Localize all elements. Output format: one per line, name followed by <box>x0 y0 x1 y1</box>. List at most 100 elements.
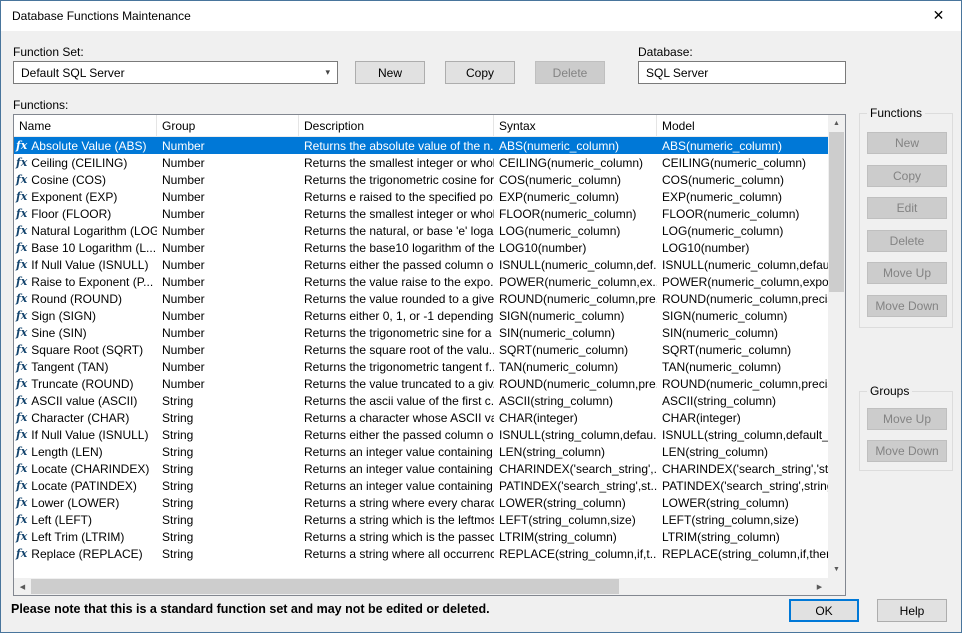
table-row[interactable]: fxNatural Logarithm (LOG)NumberReturns t… <box>14 222 828 239</box>
function-name: fxFloor (FLOOR) <box>14 207 157 221</box>
function-fx-icon: fx <box>16 462 27 475</box>
title-bar[interactable]: Database Functions Maintenance ✕ <box>1 1 961 31</box>
table-row[interactable]: fxLeft Trim (LTRIM)StringReturns a strin… <box>14 528 828 545</box>
function-fx-icon: fx <box>16 530 27 543</box>
table-row[interactable]: fxIf Null Value (ISNULL)StringReturns ei… <box>14 426 828 443</box>
function-description: Returns e raised to the specified po... <box>299 190 494 204</box>
table-row[interactable]: fxAbsolute Value (ABS)NumberReturns the … <box>14 137 828 154</box>
function-syntax: ABS(numeric_column) <box>494 139 657 153</box>
groups-move-down-button: Move Down <box>867 440 947 462</box>
table-row[interactable]: fxCosine (COS)NumberReturns the trigonom… <box>14 171 828 188</box>
function-description: Returns either the passed column or... <box>299 258 494 272</box>
function-group: Number <box>157 292 299 306</box>
table-row[interactable]: fxRaise to Exponent (P...NumberReturns t… <box>14 273 828 290</box>
function-model: ABS(numeric_column) <box>657 139 828 153</box>
scrollbar-corner <box>828 578 845 595</box>
functions-new-button: New <box>867 132 947 154</box>
function-group: Number <box>157 275 299 289</box>
function-description: Returns the value raise to the expo... <box>299 275 494 289</box>
functions-groupbox: Functions New Copy Edit Delete Move Up M… <box>859 113 953 328</box>
help-button[interactable]: Help <box>877 599 947 622</box>
table-row[interactable]: fxLength (LEN)StringReturns an integer v… <box>14 443 828 460</box>
vertical-scrollbar[interactable]: ▲ ▼ <box>828 115 845 578</box>
function-name: fxASCII value (ASCII) <box>14 394 157 408</box>
window-title: Database Functions Maintenance <box>12 9 191 23</box>
function-description: Returns an integer value containing ... <box>299 479 494 493</box>
table-row[interactable]: fxLocate (CHARINDEX)StringReturns an int… <box>14 460 828 477</box>
column-header-model[interactable]: Model <box>657 115 828 136</box>
function-model: ISNULL(numeric_column,default... <box>657 258 828 272</box>
function-syntax: EXP(numeric_column) <box>494 190 657 204</box>
function-fx-icon: fx <box>16 207 27 220</box>
function-model: LOG10(number) <box>657 241 828 255</box>
function-fx-icon: fx <box>16 394 27 407</box>
function-description: Returns either 0, 1, or -1 depending... <box>299 309 494 323</box>
function-description: Returns the trigonometric cosine for ... <box>299 173 494 187</box>
table-row[interactable]: fxCharacter (CHAR)StringReturns a charac… <box>14 409 828 426</box>
table-row[interactable]: fxLower (LOWER)StringReturns a string wh… <box>14 494 828 511</box>
table-row[interactable]: fxSquare Root (SQRT)NumberReturns the sq… <box>14 341 828 358</box>
function-fx-icon: fx <box>16 479 27 492</box>
function-syntax: LOG10(number) <box>494 241 657 255</box>
column-header-syntax[interactable]: Syntax <box>494 115 657 136</box>
table-row[interactable]: fxExponent (EXP)NumberReturns e raised t… <box>14 188 828 205</box>
function-name: fxTruncate (ROUND) <box>14 377 157 391</box>
function-group: Number <box>157 139 299 153</box>
function-description: Returns a character whose ASCII va... <box>299 411 494 425</box>
horizontal-scrollbar-thumb[interactable] <box>31 579 619 594</box>
table-row[interactable]: fxFloor (FLOOR)NumberReturns the smalles… <box>14 205 828 222</box>
function-description: Returns a string where every charac... <box>299 496 494 510</box>
copy-button[interactable]: Copy <box>445 61 515 84</box>
new-button[interactable]: New <box>355 61 425 84</box>
table-row[interactable]: fxASCII value (ASCII)StringReturns the a… <box>14 392 828 409</box>
table-row[interactable]: fxSign (SIGN)NumberReturns either 0, 1, … <box>14 307 828 324</box>
table-row[interactable]: fxSine (SIN)NumberReturns the trigonomet… <box>14 324 828 341</box>
function-name: fxTangent (TAN) <box>14 360 157 374</box>
function-name: fxNatural Logarithm (LOG) <box>14 224 157 238</box>
scroll-down-icon[interactable]: ▼ <box>828 561 845 578</box>
table-row[interactable]: fxRound (ROUND)NumberReturns the value r… <box>14 290 828 307</box>
function-group: Number <box>157 156 299 170</box>
function-model: ASCII(string_column) <box>657 394 828 408</box>
table-row[interactable]: fxIf Null Value (ISNULL)NumberReturns ei… <box>14 256 828 273</box>
table-row[interactable]: fxBase 10 Logarithm (L...NumberReturns t… <box>14 239 828 256</box>
table-row[interactable]: fxLeft (LEFT)StringReturns a string whic… <box>14 511 828 528</box>
function-group: Number <box>157 173 299 187</box>
function-set-value: Default SQL Server <box>21 66 125 80</box>
functions-groupbox-title: Functions <box>867 106 925 120</box>
function-fx-icon: fx <box>16 139 27 152</box>
function-model: SIN(numeric_column) <box>657 326 828 340</box>
column-header-description[interactable]: Description <box>299 115 494 136</box>
column-header-name[interactable]: Name <box>14 115 157 136</box>
function-set-combobox[interactable]: Default SQL Server ▾ <box>13 61 338 84</box>
function-syntax: LTRIM(string_column) <box>494 530 657 544</box>
horizontal-scrollbar[interactable]: ◀ ▶ <box>14 578 828 595</box>
scroll-left-icon[interactable]: ◀ <box>14 578 31 595</box>
database-field[interactable]: SQL Server <box>638 61 846 84</box>
scroll-up-icon[interactable]: ▲ <box>828 115 845 132</box>
table-row[interactable]: fxReplace (REPLACE)StringReturns a strin… <box>14 545 828 562</box>
groups-groupbox-title: Groups <box>867 384 912 398</box>
table-row[interactable]: fxTangent (TAN)NumberReturns the trigono… <box>14 358 828 375</box>
function-name: fxLength (LEN) <box>14 445 157 459</box>
vertical-scrollbar-thumb[interactable] <box>829 132 844 292</box>
function-syntax: COS(numeric_column) <box>494 173 657 187</box>
function-name: fxLocate (CHARINDEX) <box>14 462 157 476</box>
functions-copy-button: Copy <box>867 165 947 187</box>
table-row[interactable]: fxCeiling (CEILING)NumberReturns the sma… <box>14 154 828 171</box>
function-syntax: CHAR(integer) <box>494 411 657 425</box>
function-syntax: FLOOR(numeric_column) <box>494 207 657 221</box>
column-header-group[interactable]: Group <box>157 115 299 136</box>
table-row[interactable]: fxTruncate (ROUND)NumberReturns the valu… <box>14 375 828 392</box>
table-row[interactable]: fxLocate (PATINDEX)StringReturns an inte… <box>14 477 828 494</box>
function-fx-icon: fx <box>16 275 27 288</box>
function-model: COS(numeric_column) <box>657 173 828 187</box>
database-label: Database: <box>638 45 693 59</box>
function-description: Returns either the passed column or ... <box>299 428 494 442</box>
ok-button[interactable]: OK <box>789 599 859 622</box>
function-model: LOG(numeric_column) <box>657 224 828 238</box>
function-name: fxIf Null Value (ISNULL) <box>14 428 157 442</box>
function-description: Returns the absolute value of the n... <box>299 139 494 153</box>
close-icon[interactable]: ✕ <box>916 1 961 30</box>
scroll-right-icon[interactable]: ▶ <box>811 578 828 595</box>
